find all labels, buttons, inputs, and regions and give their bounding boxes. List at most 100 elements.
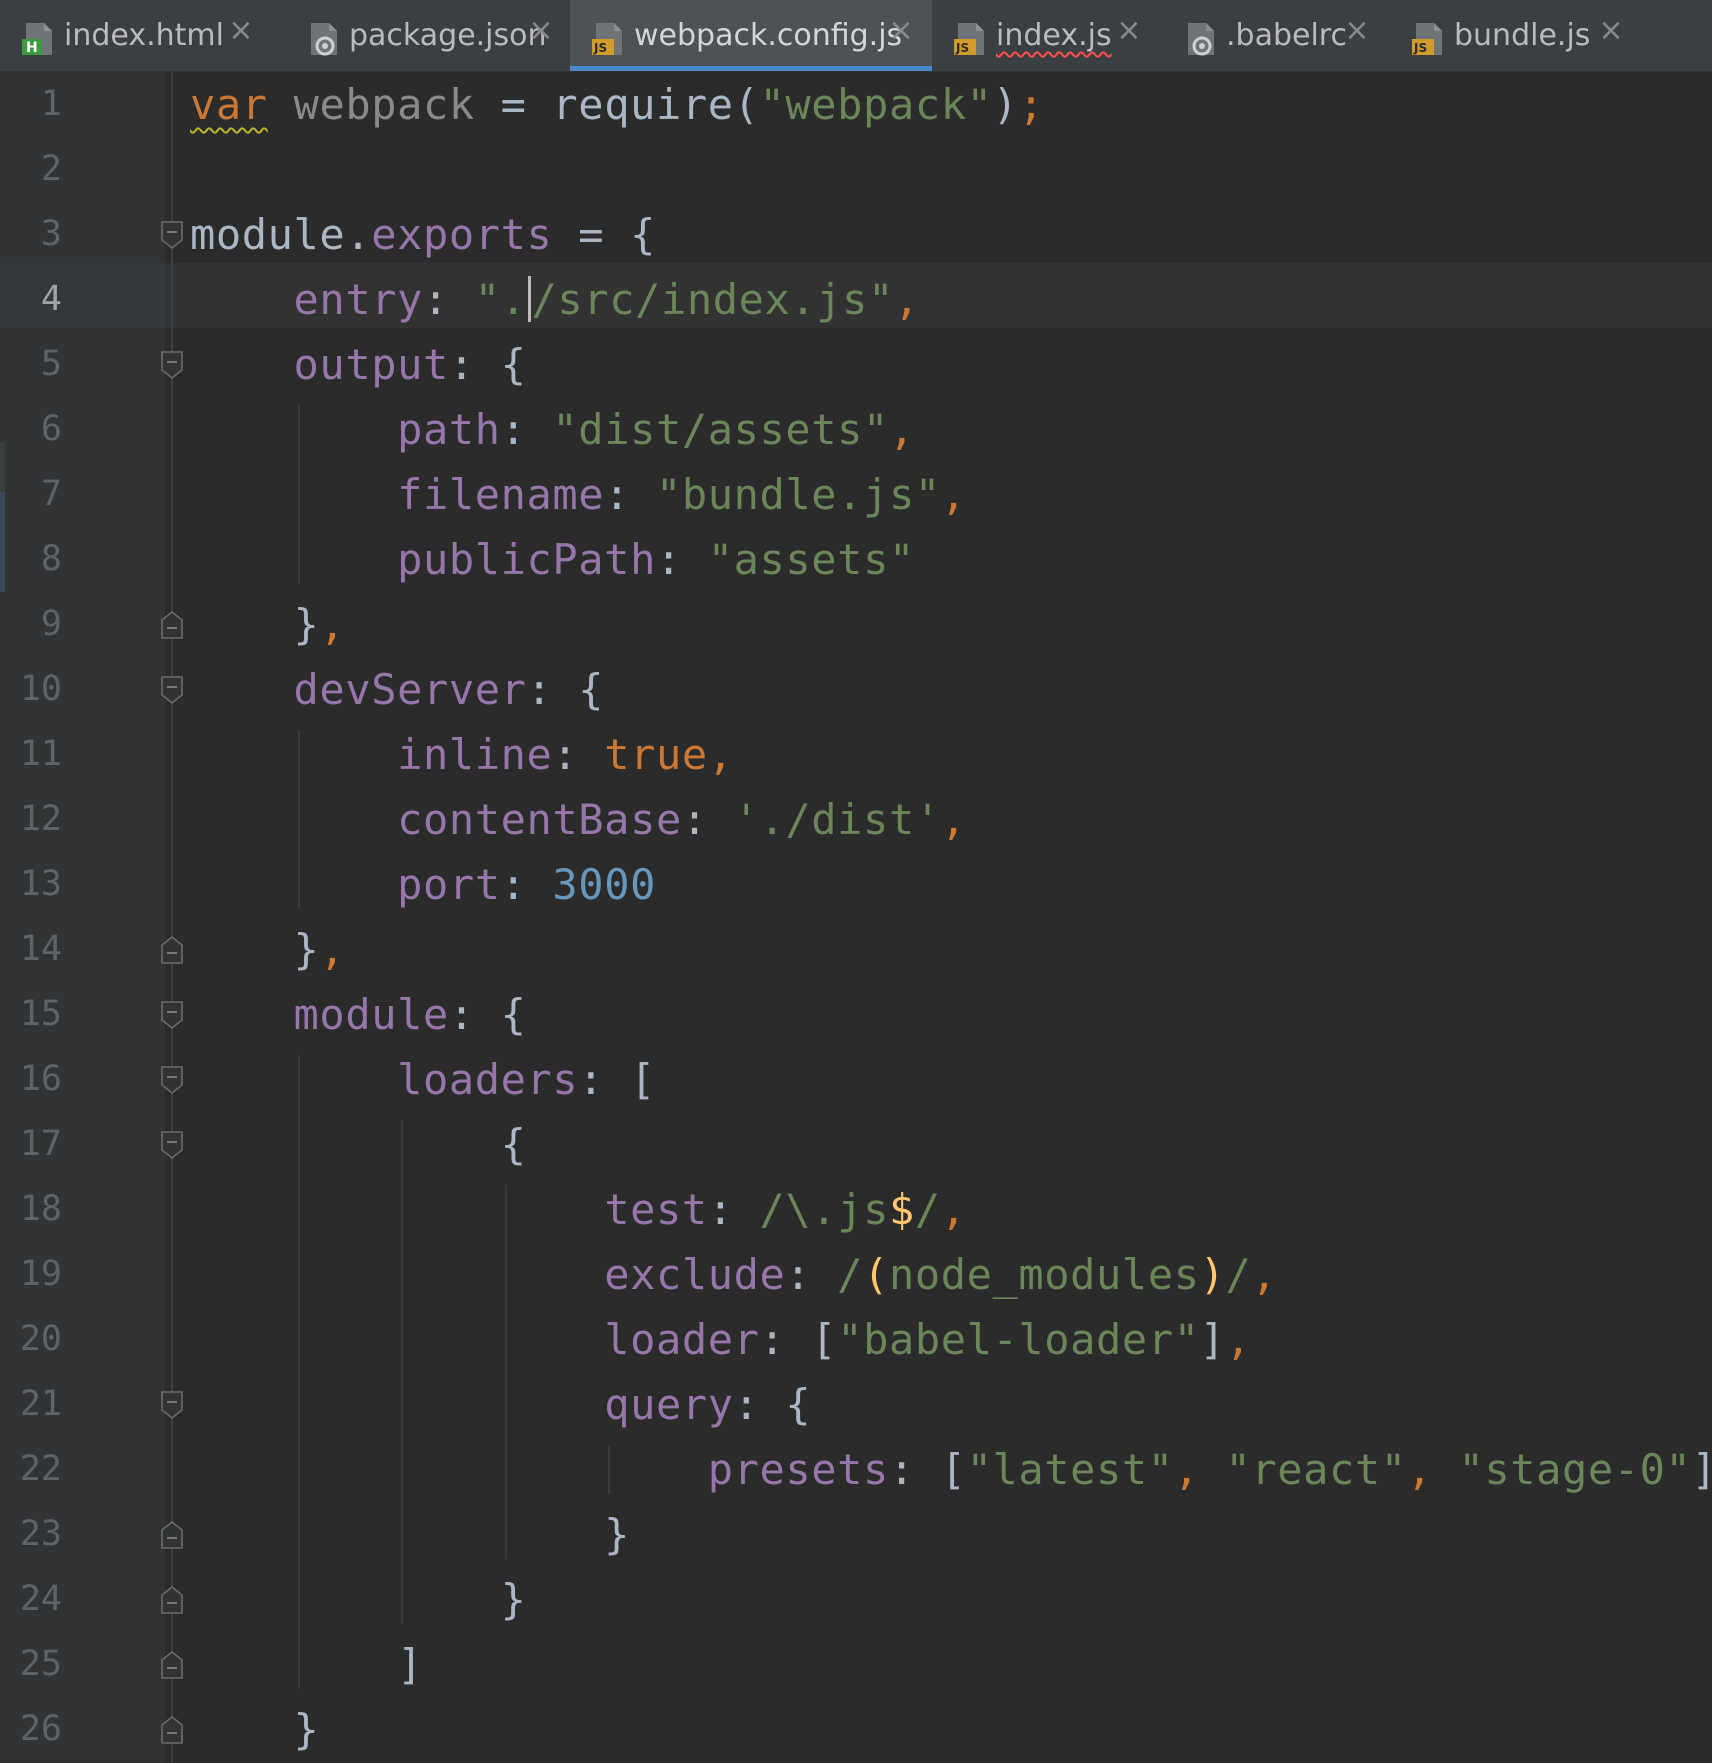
code-token: './dist' xyxy=(733,795,941,844)
fold-end-icon[interactable] xyxy=(160,1520,184,1550)
fold-collapse-icon[interactable] xyxy=(160,1130,184,1160)
line-number: 16 xyxy=(19,1059,62,1099)
tab-label: webpack.config.js xyxy=(634,18,903,53)
tab-label: index.js xyxy=(996,18,1112,53)
code-line: { xyxy=(190,1112,527,1177)
code-token: "stage-0" xyxy=(1458,1445,1692,1494)
tab-package-json[interactable]: package.json × xyxy=(285,0,570,71)
line-number: 9 xyxy=(40,604,62,644)
code-token: exports xyxy=(371,210,553,259)
code-token: loaders xyxy=(397,1055,579,1104)
line-number: 10 xyxy=(19,669,62,709)
fold-end-icon[interactable] xyxy=(160,935,184,965)
fold-end-icon[interactable] xyxy=(160,1650,184,1680)
line-number: 22 xyxy=(19,1449,62,1489)
code-token: } xyxy=(190,1575,527,1624)
line-number: 3 xyxy=(40,214,62,254)
line-number: 23 xyxy=(19,1514,62,1554)
line-number: 2 xyxy=(40,149,62,189)
code-token: "dist/assets" xyxy=(552,405,889,454)
line-number: 26 xyxy=(19,1709,62,1749)
code-token: } xyxy=(190,600,320,649)
tab-babelrc[interactable]: .babelrc × xyxy=(1162,0,1390,71)
code-token: inline xyxy=(397,730,553,779)
code-token: path xyxy=(397,405,501,454)
fold-end-icon[interactable] xyxy=(160,1585,184,1615)
code-line: inline: true, xyxy=(190,722,734,787)
code-token: : { xyxy=(448,340,527,389)
code-token: $ xyxy=(888,1185,915,1234)
tab-webpack-config[interactable]: JS webpack.config.js × xyxy=(570,0,932,71)
code-token: ". xyxy=(474,275,527,324)
close-icon[interactable]: × xyxy=(528,16,554,46)
close-icon[interactable]: × xyxy=(1116,16,1142,46)
code-token: , xyxy=(319,600,346,649)
code-token: "latest" xyxy=(966,1445,1174,1494)
code-line: output: { xyxy=(190,332,527,397)
html-file-icon: H xyxy=(22,23,52,56)
code-token: ( xyxy=(863,1250,889,1299)
close-icon[interactable]: × xyxy=(1598,16,1624,46)
fold-rail xyxy=(171,72,173,1763)
svg-text:JS: JS xyxy=(593,41,607,55)
line-number: 25 xyxy=(19,1644,62,1684)
code-line: devServer: { xyxy=(190,657,604,722)
fold-end-icon[interactable] xyxy=(160,1715,184,1745)
tab-index-js[interactable]: JS index.js × xyxy=(932,0,1162,71)
code-token: : { xyxy=(733,1380,812,1429)
code-editor[interactable]: 1 var webpack = require("webpack"); 2 3 modu… xyxy=(0,72,1712,1763)
code-token: "webpack" xyxy=(759,80,993,129)
tab-bundle-js[interactable]: JS bundle.js × xyxy=(1390,0,1630,71)
code-line: }, xyxy=(190,592,345,657)
code-token: publicPath xyxy=(397,535,656,584)
tab-label: bundle.js xyxy=(1454,18,1591,53)
code-line: test: /\.js$/, xyxy=(190,1177,967,1242)
code-token: } xyxy=(190,1705,320,1754)
code-line: loaders: [ xyxy=(190,1047,656,1112)
code-line: module: { xyxy=(190,982,527,1047)
line-number: 12 xyxy=(19,799,62,839)
code-line: entry: "./src/index.js", xyxy=(190,267,920,332)
code-token: exclude xyxy=(604,1250,786,1299)
line-number: 7 xyxy=(40,474,62,514)
code-token: , xyxy=(893,275,920,324)
code-line: ] xyxy=(190,1632,423,1697)
code-token: node_modules xyxy=(888,1250,1200,1299)
close-icon[interactable]: × xyxy=(228,16,254,46)
code-token: , xyxy=(940,795,967,844)
js-file-icon: JS xyxy=(592,23,622,55)
code-line: } xyxy=(190,1697,319,1762)
fold-collapse-icon[interactable] xyxy=(160,1000,184,1030)
fold-collapse-icon[interactable] xyxy=(160,350,184,380)
code-token: ] xyxy=(190,1640,423,1689)
fold-end-icon[interactable] xyxy=(160,610,184,640)
fold-collapse-icon[interactable] xyxy=(160,1065,184,1095)
close-icon[interactable]: × xyxy=(888,16,914,46)
code-token: ] xyxy=(1199,1315,1226,1364)
code-token: output xyxy=(293,340,449,389)
code-line: } xyxy=(190,1567,527,1632)
fold-collapse-icon[interactable] xyxy=(160,675,184,705)
code-line: query: { xyxy=(190,1372,811,1437)
fold-collapse-icon[interactable] xyxy=(160,1390,184,1420)
line-number: 15 xyxy=(19,994,62,1034)
close-icon[interactable]: × xyxy=(1344,16,1370,46)
code-token: /src/index.js" xyxy=(531,275,894,324)
fold-collapse-icon[interactable] xyxy=(160,220,184,250)
code-line: path: "dist/assets", xyxy=(190,397,915,462)
tab-index-html[interactable]: H index.html × xyxy=(0,0,285,71)
code-line: contentBase: './dist', xyxy=(190,787,967,852)
json-file-icon xyxy=(311,23,337,56)
code-line: exclude: /(node_modules)/, xyxy=(190,1242,1277,1307)
line-number: 19 xyxy=(19,1254,62,1294)
